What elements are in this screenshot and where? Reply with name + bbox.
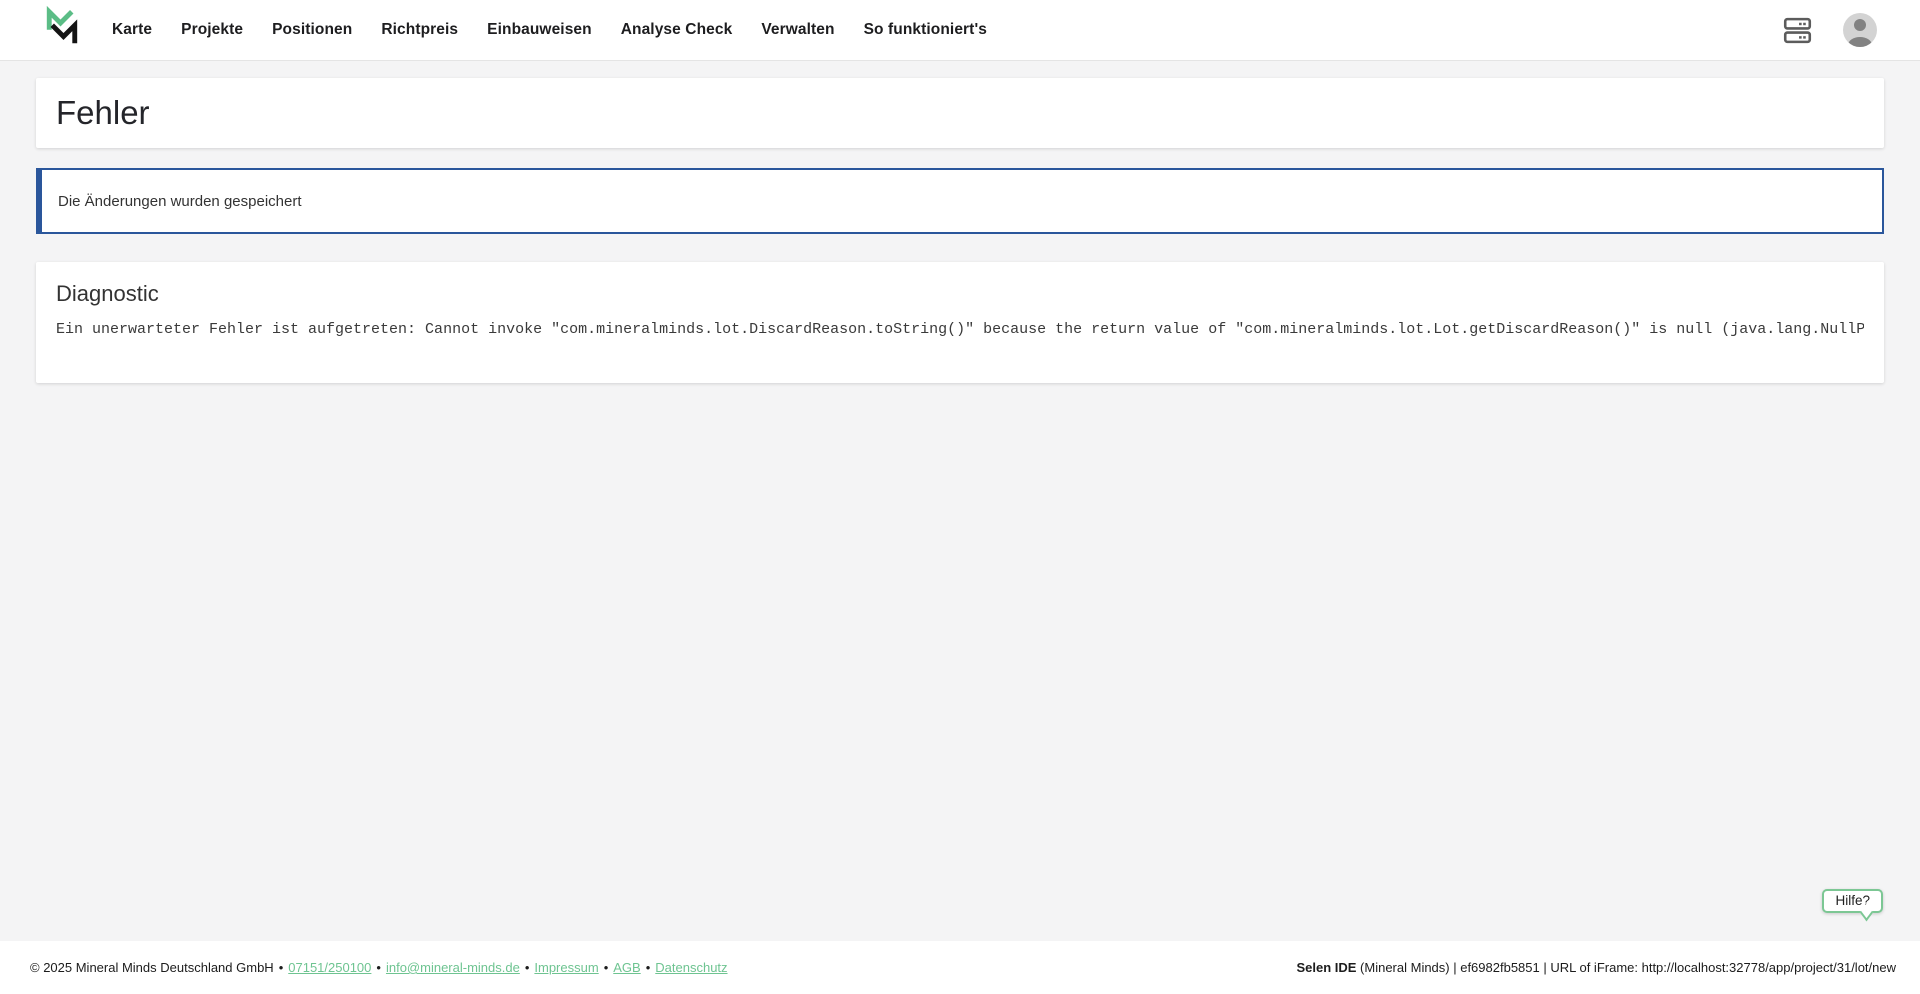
footer-separator: • — [604, 960, 609, 975]
page-title: Fehler — [56, 94, 150, 132]
user-avatar-icon[interactable] — [1843, 13, 1877, 47]
nav-item-karte[interactable]: Karte — [112, 21, 152, 39]
footer-link-datenschutz[interactable]: Datenschutz — [655, 960, 727, 975]
page-footer: © 2025 Mineral Minds Deutschland GmbH • … — [0, 941, 1920, 994]
server-rack-icon[interactable] — [1782, 15, 1813, 46]
mineral-minds-logo[interactable] — [44, 3, 80, 54]
page-title-card: Fehler — [36, 78, 1884, 148]
ide-name: Selen IDE — [1296, 960, 1356, 975]
diagnostic-error-message: Ein unerwarteter Fehler ist aufgetreten:… — [56, 321, 1864, 338]
footer-separator: • — [525, 960, 530, 975]
footer-left: © 2025 Mineral Minds Deutschland GmbH • … — [30, 960, 728, 975]
mineral-minds-logo-icon — [44, 3, 80, 49]
copyright-text: © 2025 Mineral Minds Deutschland GmbH — [30, 960, 274, 975]
nav-item-so-funktionierts[interactable]: So funktioniert's — [864, 21, 987, 39]
avatar-head-shape — [1854, 19, 1866, 31]
footer-link-email[interactable]: info@mineral-minds.de — [386, 960, 520, 975]
footer-separator: • — [646, 960, 651, 975]
nav-item-analyse-check[interactable]: Analyse Check — [621, 21, 733, 39]
footer-link-phone[interactable]: 07151/250100 — [288, 960, 371, 975]
diagnostic-card: Diagnostic Ein unerwarteter Fehler ist a… — [36, 262, 1884, 383]
help-button-label: Hilfe? — [1835, 893, 1870, 908]
main-content: Fehler Die Änderungen wurden gespeichert… — [0, 61, 1920, 941]
nav-item-verwalten[interactable]: Verwalten — [761, 21, 834, 39]
footer-debug-info: Selen IDE (Mineral Minds) | ef6982fb5851… — [1296, 960, 1896, 975]
diagnostic-heading: Diagnostic — [56, 281, 1864, 307]
iframe-debug-text: (Mineral Minds) | ef6982fb5851 | URL of … — [1360, 960, 1896, 975]
main-navigation: Karte Projekte Positionen Richtpreis Ein… — [112, 21, 987, 39]
nav-item-einbauweisen[interactable]: Einbauweisen — [487, 21, 592, 39]
navbar-right-controls — [1782, 13, 1877, 47]
nav-item-positionen[interactable]: Positionen — [272, 21, 352, 39]
notification-message: Die Änderungen wurden gespeichert — [58, 193, 302, 210]
nav-item-richtpreis[interactable]: Richtpreis — [381, 21, 458, 39]
footer-separator: • — [376, 960, 381, 975]
help-button[interactable]: Hilfe? — [1822, 889, 1883, 913]
top-navbar: Karte Projekte Positionen Richtpreis Ein… — [0, 0, 1920, 61]
save-success-notification: Die Änderungen wurden gespeichert — [36, 168, 1884, 234]
footer-separator: • — [279, 960, 284, 975]
footer-link-agb[interactable]: AGB — [613, 960, 640, 975]
footer-link-impressum[interactable]: Impressum — [534, 960, 598, 975]
avatar-body-shape — [1848, 37, 1872, 47]
nav-item-projekte[interactable]: Projekte — [181, 21, 243, 39]
